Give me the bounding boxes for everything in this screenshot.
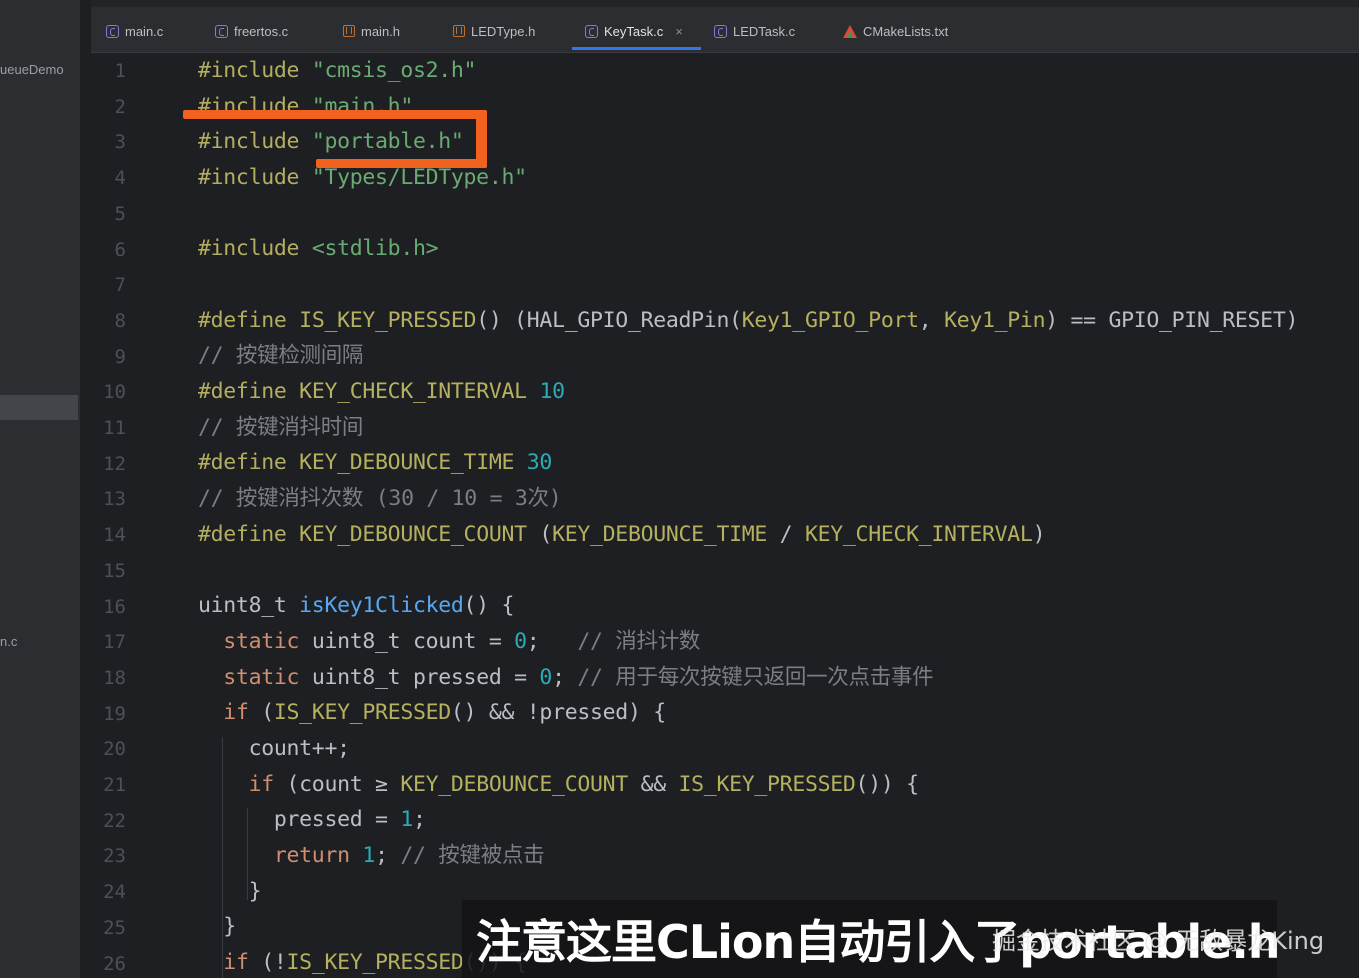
c-file-icon bbox=[106, 24, 119, 38]
tab-main-c[interactable]: main.c bbox=[106, 20, 163, 42]
watermark: 掘金技术社区 @ 无敌暴龙King bbox=[992, 927, 1325, 955]
code-line-25: } bbox=[223, 914, 236, 939]
project-file-item[interactable]: n.c bbox=[0, 634, 17, 649]
code-line-24: } bbox=[248, 879, 262, 904]
line-number[interactable]: 22 bbox=[86, 811, 126, 831]
line-number[interactable]: 17 bbox=[86, 632, 126, 652]
tab-label: KeyTask.c bbox=[604, 23, 664, 39]
code-line-12: #define KEY_DEBOUNCE_TIME 30 bbox=[198, 450, 553, 475]
tab-ledtype-h[interactable]: LEDType.h bbox=[453, 20, 535, 42]
code-line-22: pressed = 1; bbox=[273, 807, 426, 832]
project-tree-item[interactable]: ueueDemo bbox=[0, 62, 64, 77]
line-number[interactable]: 2 bbox=[86, 97, 126, 117]
line-number[interactable]: 4 bbox=[86, 168, 126, 188]
close-tab-icon[interactable]: × bbox=[675, 24, 683, 39]
code-line-6: #include <stdlib.h> bbox=[198, 236, 439, 261]
c-file-icon bbox=[714, 24, 727, 38]
annotation-highlight-top bbox=[183, 110, 487, 119]
tab-keytask-c[interactable]: KeyTask.c × bbox=[585, 20, 683, 42]
line-number[interactable]: 8 bbox=[86, 311, 126, 331]
line-number[interactable]: 15 bbox=[86, 561, 126, 581]
code-line-17: static uint8_t count = 0; // 消抖计数 bbox=[223, 629, 701, 654]
line-number[interactable]: 10 bbox=[86, 382, 126, 402]
line-number[interactable]: 12 bbox=[86, 454, 126, 474]
code-line-10: #define KEY_CHECK_INTERVAL 10 bbox=[198, 379, 565, 404]
tab-bar-top-strip bbox=[91, 0, 1359, 7]
tab-label: freertos.c bbox=[234, 23, 289, 39]
code-line-14: #define KEY_DEBOUNCE_COUNT (KEY_DEBOUNCE… bbox=[198, 522, 1046, 547]
code-line-18: static uint8_t pressed = 0; // 用于每次按键只返回… bbox=[223, 665, 934, 690]
tab-label: main.h bbox=[361, 23, 401, 39]
code-line-20: count++; bbox=[248, 736, 350, 761]
h-file-icon bbox=[453, 25, 465, 37]
line-number[interactable]: 23 bbox=[86, 846, 126, 866]
line-number[interactable]: 19 bbox=[86, 704, 126, 724]
code-line-21: if (count ≥ KEY_DEBOUNCE_COUNT && IS_KEY… bbox=[248, 772, 920, 797]
line-number-gutter[interactable]: 1 2 3 4 5 6 7 8 9 10 11 12 13 14 15 16 17 18 19 20 21 22 23 24 2… bbox=[91, 53, 195, 978]
active-tab-indicator bbox=[572, 47, 701, 50]
tab-ledtask-c[interactable]: LEDTask.c bbox=[714, 20, 795, 42]
line-number[interactable]: 26 bbox=[86, 954, 126, 974]
line-number[interactable]: 14 bbox=[86, 525, 126, 545]
line-number[interactable]: 7 bbox=[86, 275, 126, 295]
c-file-icon bbox=[215, 24, 228, 38]
selected-tree-row[interactable] bbox=[0, 395, 78, 420]
line-number[interactable]: 3 bbox=[86, 132, 126, 152]
line-number[interactable]: 21 bbox=[86, 775, 126, 795]
project-sidebar: ueueDemo n.c bbox=[0, 0, 80, 978]
editor-tab-bar: main.c freertos.c main.h LEDType.h KeyTa… bbox=[91, 0, 1359, 53]
line-number[interactable]: 18 bbox=[86, 668, 126, 688]
line-number[interactable]: 5 bbox=[86, 204, 126, 224]
code-line-4: #include "Types/LEDType.h" bbox=[198, 165, 527, 190]
h-file-icon bbox=[343, 25, 355, 37]
c-file-icon bbox=[585, 24, 598, 38]
line-number[interactable]: 25 bbox=[86, 918, 126, 938]
line-number[interactable]: 6 bbox=[86, 240, 126, 260]
tab-label: main.c bbox=[125, 23, 164, 39]
code-line-19: if (IS_KEY_PRESSED() && !pressed) { bbox=[223, 700, 666, 725]
code-editor[interactable]: #include "cmsis_os2.h" #include "main.h"… bbox=[195, 53, 1359, 978]
tab-main-h[interactable]: main.h bbox=[343, 20, 400, 42]
line-number[interactable]: 11 bbox=[86, 418, 126, 438]
line-number[interactable]: 1 bbox=[86, 61, 126, 81]
code-line-1: #include "cmsis_os2.h" bbox=[198, 58, 477, 83]
tab-label: LEDType.h bbox=[471, 23, 536, 39]
tab-freertos-c[interactable]: freertos.c bbox=[215, 20, 288, 42]
code-line-23: return 1; // 按键被点击 bbox=[273, 843, 545, 868]
line-number[interactable]: 13 bbox=[86, 489, 126, 509]
code-line-16: uint8_t isKey1Clicked() { bbox=[198, 593, 515, 618]
code-line-3: #include "portable.h" bbox=[198, 129, 464, 154]
code-line-8: #define IS_KEY_PRESSED() (HAL_GPIO_ReadP… bbox=[198, 308, 1299, 333]
line-number[interactable]: 16 bbox=[86, 597, 126, 617]
tab-label: LEDTask.c bbox=[733, 23, 796, 39]
cmake-icon bbox=[843, 24, 857, 38]
line-number[interactable]: 24 bbox=[86, 882, 126, 902]
annotation-highlight-bottom bbox=[316, 159, 487, 168]
code-line-9: // 按键检测间隔 bbox=[198, 343, 364, 368]
line-number[interactable]: 9 bbox=[86, 347, 126, 367]
code-line-13: // 按键消抖次数 (30 / 10 = 3次) bbox=[198, 486, 562, 511]
tab-cmakelists[interactable]: CMakeLists.txt bbox=[843, 20, 948, 42]
line-number[interactable]: 20 bbox=[86, 739, 126, 759]
code-line-11: // 按键消抖时间 bbox=[198, 415, 364, 440]
tab-label: CMakeLists.txt bbox=[863, 23, 949, 39]
